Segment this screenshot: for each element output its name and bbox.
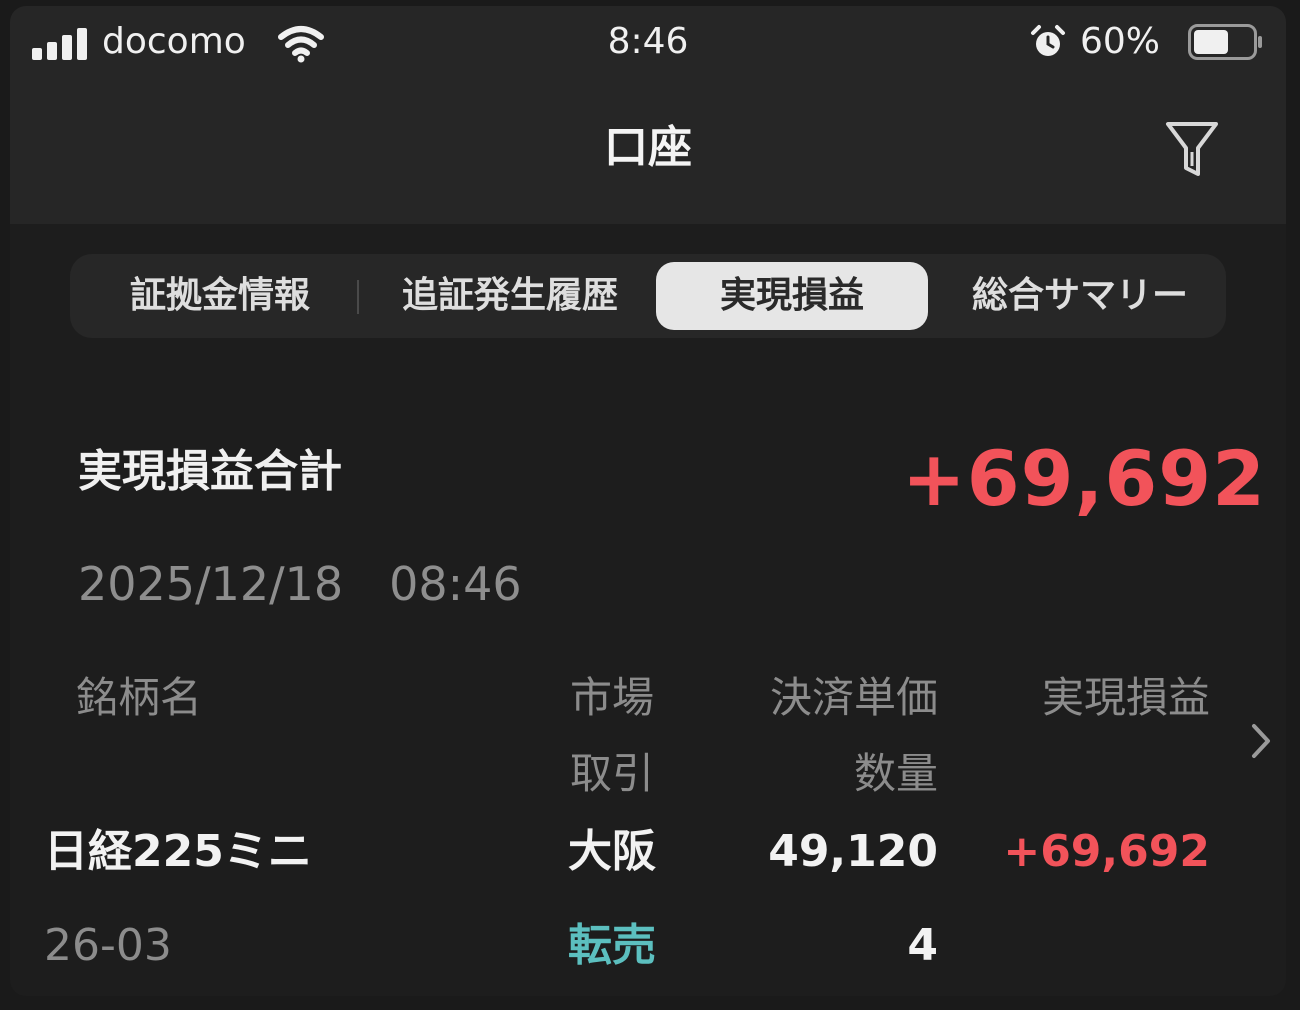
tab-margin-info[interactable]: 証拠金情報 xyxy=(96,262,344,330)
header-market: 市場 xyxy=(570,673,655,722)
row-realized-pnl: +69,692 xyxy=(1003,826,1210,877)
summary-total-value: +69,692 xyxy=(902,434,1266,523)
status-bar: docomo 8:46 60% xyxy=(10,6,1286,78)
filter-icon[interactable] xyxy=(1164,120,1220,180)
app-screen: docomo 8:46 60% 口座 証拠金情報 追証発生履歴 実現損益 総合サ… xyxy=(10,6,1286,996)
nav-bar: 口座 xyxy=(10,78,1286,224)
header-settle-price: 決済単価 xyxy=(769,673,938,722)
tab-overall-summary[interactable]: 総合サマリー xyxy=(940,262,1220,330)
tab-margin-call-history[interactable]: 追証発生履歴 xyxy=(370,262,650,330)
header-realized-pnl: 実現損益 xyxy=(1041,673,1210,722)
tab-realized-pnl[interactable]: 実現損益 xyxy=(656,262,928,330)
row-instrument-name: 日経225ミニ xyxy=(44,826,312,877)
alarm-icon xyxy=(1031,25,1065,56)
row-settle-price: 49,120 xyxy=(768,826,938,877)
tab-divider xyxy=(357,280,359,314)
battery-icon xyxy=(1188,24,1262,60)
tab-bar: 証拠金情報 追証発生履歴 実現損益 総合サマリー xyxy=(70,254,1226,338)
row-market: 大阪 xyxy=(568,826,656,877)
header-trade: 取引 xyxy=(570,749,655,798)
battery-percent: 60% xyxy=(1080,21,1161,62)
chevron-right-icon[interactable] xyxy=(1246,718,1276,764)
row-contract-month: 26-03 xyxy=(44,920,172,971)
row-quantity: 4 xyxy=(907,920,938,971)
summary-timestamp: 2025/12/18 08:46 xyxy=(78,557,522,611)
summary-label: 実現損益合計 xyxy=(78,446,342,497)
header-quantity: 数量 xyxy=(853,749,938,798)
header-name: 銘柄名 xyxy=(76,673,203,722)
page-title: 口座 xyxy=(604,122,692,173)
row-trade-type: 転売 xyxy=(568,920,656,971)
